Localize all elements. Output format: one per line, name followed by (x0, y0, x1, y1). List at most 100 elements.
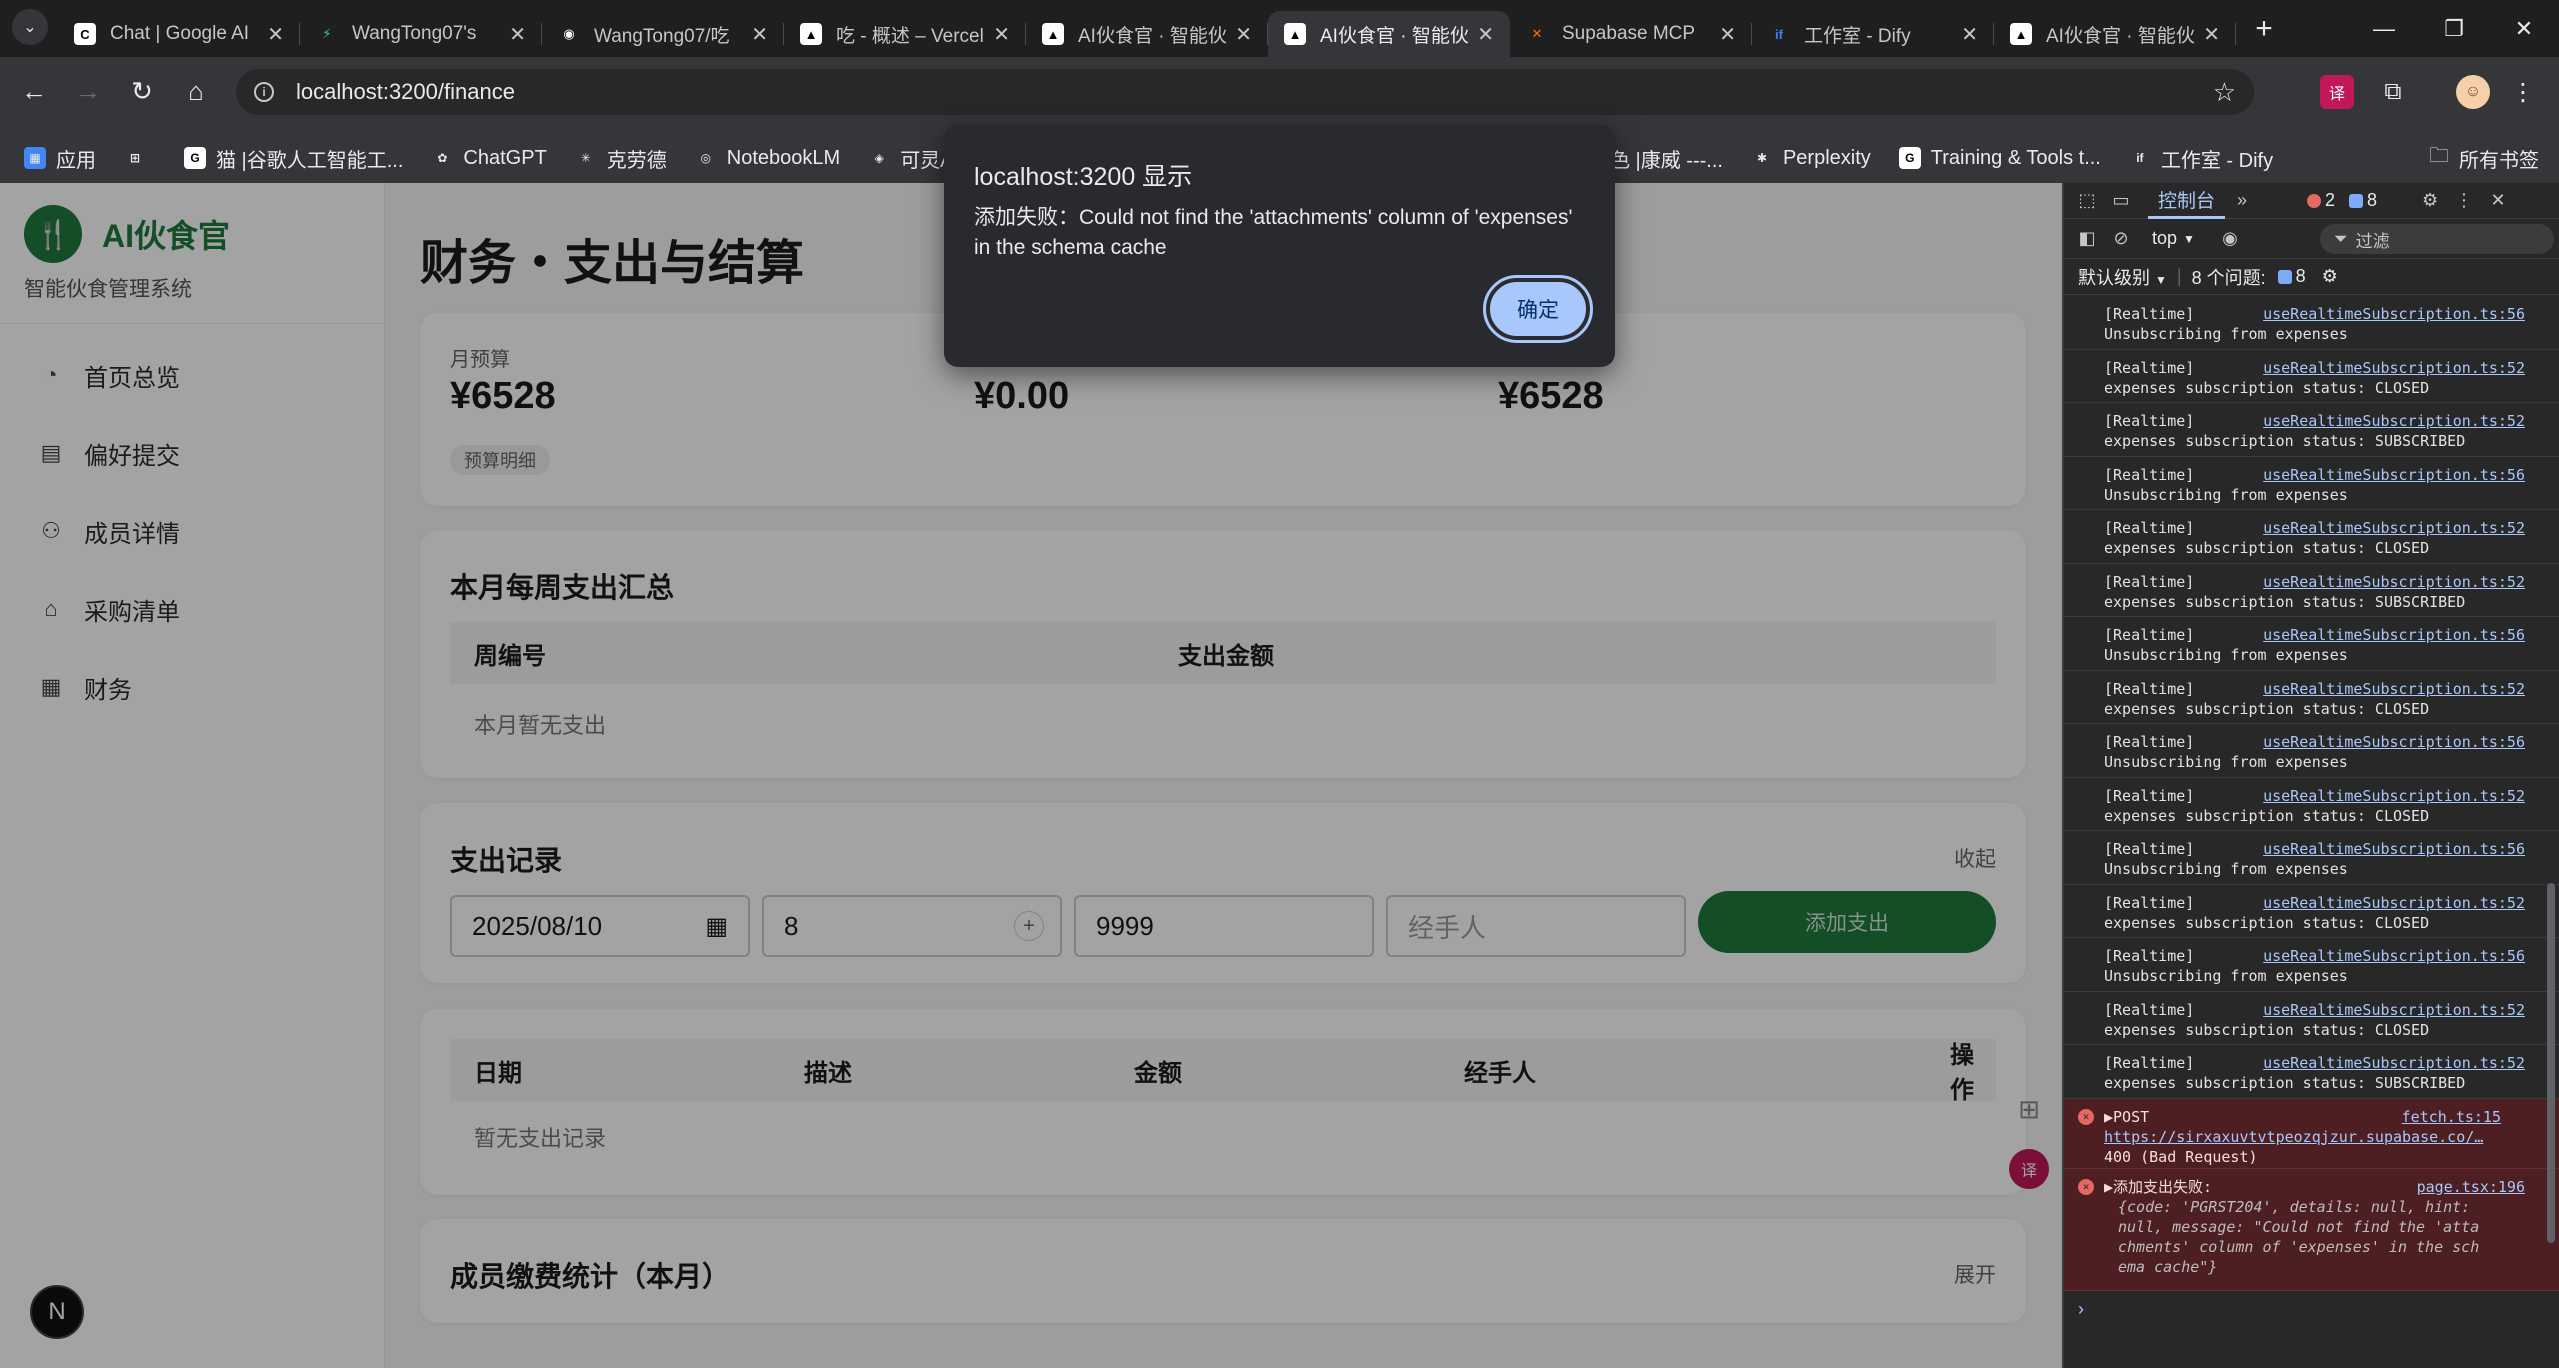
close-window-icon[interactable]: ✕ (2489, 0, 2559, 57)
context-selector[interactable]: top ▼ (2152, 228, 2195, 249)
bookmark-item[interactable]: G 猫 |谷歌人工智能工... (184, 144, 403, 173)
console-log-row: [Realtime] useRealtimeSubscription.ts:52 e… (2064, 778, 2559, 831)
console-error-row: ✕ ▶添加支出失败: page.tsx:196 {code: 'PGRST204', … (2064, 1168, 2559, 1291)
browser-tab[interactable]: ▲ AI伙食官 · 智能伙 ✕ (1268, 11, 1510, 57)
bookmark-item[interactable]: if 工作室 - Dify (2128, 144, 2273, 173)
console-settings-gear-icon[interactable]: ⚙ (2322, 266, 2338, 287)
log-source-link[interactable]: useRealtimeSubscription.ts:56 (2263, 465, 2525, 485)
device-toolbar-icon[interactable]: ▭ (2104, 184, 2138, 218)
bookmark-item[interactable]: ▦ 应用 (24, 144, 96, 173)
minimize-icon[interactable]: — (2349, 0, 2419, 57)
tab-close-icon[interactable]: ✕ (267, 22, 284, 47)
log-level-select[interactable]: 默认级别 ▼ (2078, 264, 2167, 290)
browser-tab[interactable]: if 工作室 - Dify ✕ (1752, 11, 1994, 57)
inspect-element-icon[interactable]: ⬚ (2070, 184, 2104, 218)
issues-counter[interactable]: 8 (2277, 266, 2306, 287)
log-source-link[interactable]: useRealtimeSubscription.ts:56 (2263, 304, 2525, 324)
bookmark-item[interactable]: ✳ 克劳德 (574, 144, 667, 173)
bookmark-item[interactable]: ✱ Perplexity (1750, 147, 1871, 170)
browser-tab[interactable]: ▲ 吃 - 概述 – Vercel ✕ (784, 11, 1026, 57)
log-source-link[interactable]: useRealtimeSubscription.ts:56 (2263, 732, 2525, 752)
console-filter-input[interactable]: ⏷ 过滤 (2320, 224, 2554, 254)
tab-close-icon[interactable]: ✕ (509, 22, 526, 47)
vercel-icon: ▲ (1284, 23, 1306, 45)
bookmark-item[interactable]: ⊞ (124, 147, 156, 169)
devtools-close-icon[interactable]: ✕ (2481, 184, 2515, 218)
tab-close-icon[interactable]: ✕ (1235, 22, 1252, 47)
console-log-row: [Realtime] useRealtimeSubscription.ts:56 U… (2064, 724, 2559, 778)
new-tab-plus-icon[interactable]: + (2244, 9, 2284, 49)
bookmark-item[interactable]: G Training & Tools t... (1898, 147, 2101, 170)
log-message: expenses subscription status: CLOSED (2104, 913, 2430, 932)
message-counter[interactable]: 8 (2349, 190, 2377, 211)
browser-menu-icon[interactable]: ⋮ (2506, 75, 2540, 109)
browser-tab[interactable]: ✕ Supabase MCP ✕ (1510, 11, 1752, 57)
tab-close-icon[interactable]: ✕ (2203, 22, 2220, 47)
more-tabs-icon[interactable]: » (2225, 184, 2259, 218)
settings-gear-icon[interactable]: ⚙ (2413, 184, 2447, 218)
log-source-link[interactable]: useRealtimeSubscription.ts:56 (2263, 839, 2525, 859)
log-source-link[interactable]: useRealtimeSubscription.ts:52 (2263, 1053, 2525, 1073)
address-bar[interactable]: i localhost:3200/finance ☆ (236, 69, 2254, 115)
tab-close-icon[interactable]: ✕ (1477, 22, 1494, 47)
browser-tab[interactable]: C Chat | Google AI ✕ (58, 11, 300, 57)
console-log-row: [Realtime] useRealtimeSubscription.ts:52 e… (2064, 885, 2559, 938)
bookmark-star-icon[interactable]: ☆ (2213, 77, 2236, 108)
browser-tab[interactable]: ⚡ WangTong07's ✕ (300, 11, 542, 57)
error-object-line: ema cache"} (2118, 1257, 2218, 1276)
all-bookmarks-folder[interactable]: 🗀 所有书签 (2429, 133, 2539, 183)
error-counter[interactable]: 2 (2307, 190, 2335, 211)
profile-avatar[interactable]: ☺ (2456, 75, 2490, 109)
back-arrow-icon[interactable]: ← (14, 71, 54, 111)
error-object-line: null, message: "Could not find the 'atta (2118, 1217, 2480, 1236)
error-source-link[interactable]: page.tsx:196 (2417, 1177, 2525, 1197)
log-source-link[interactable]: useRealtimeSubscription.ts:52 (2263, 1000, 2525, 1020)
log-source-link[interactable]: useRealtimeSubscription.ts:52 (2263, 572, 2525, 592)
restore-icon[interactable]: ❐ (2419, 0, 2489, 57)
browser-tab[interactable]: ▲ AI伙食官 · 智能伙 ✕ (1026, 11, 1268, 57)
translate-extension-icon[interactable]: 译 (2320, 75, 2354, 109)
issues-message-icon (2277, 269, 2292, 284)
bookmark-label: 色 |康威 ---... (1610, 149, 1723, 172)
tab-search-chevron-icon[interactable]: ⌄ (12, 9, 48, 45)
log-message: expenses subscription status: CLOSED (2104, 806, 2430, 825)
notebooklm-icon: ◎ (694, 147, 717, 169)
clear-console-icon[interactable]: ⊘ (2104, 222, 2138, 256)
bookmark-item[interactable]: ✿ ChatGPT (431, 147, 547, 170)
tab-close-icon[interactable]: ✕ (993, 22, 1010, 47)
browser-tab[interactable]: ◉ WangTong07/吃 ✕ (542, 11, 784, 57)
log-source-link[interactable]: useRealtimeSubscription.ts:56 (2263, 946, 2525, 966)
github-icon: ◉ (558, 23, 580, 45)
tab-title: AI伙食官 · 智能伙 (1320, 25, 1469, 47)
log-source-link[interactable]: useRealtimeSubscription.ts:56 (2263, 625, 2525, 645)
bookmark-item[interactable]: ◎ NotebookLM (694, 147, 840, 170)
extensions-puzzle-icon[interactable]: ⧉ (2376, 75, 2410, 109)
home-icon[interactable]: ⌂ (176, 71, 216, 111)
console-toolbar: ◧ ⊘ top ▼ ◉ ⏷ 过滤 (2064, 219, 2559, 259)
reload-icon[interactable]: ↻ (122, 71, 162, 111)
log-source-link[interactable]: useRealtimeSubscription.ts:52 (2263, 411, 2525, 431)
log-source-link[interactable]: useRealtimeSubscription.ts:52 (2263, 518, 2525, 538)
log-source-link[interactable]: useRealtimeSubscription.ts:52 (2263, 786, 2525, 806)
bookmarks-right: 色 |康威 ---... ✱ Perplexity G Training & Tools… (1610, 133, 2301, 183)
devtools-menu-icon[interactable]: ⋮ (2447, 184, 2481, 218)
tab-console[interactable]: 控制台 (2148, 183, 2226, 219)
live-expression-eye-icon[interactable]: ◉ (2213, 222, 2247, 256)
log-source-link[interactable]: useRealtimeSubscription.ts:52 (2263, 893, 2525, 913)
tab-close-icon[interactable]: ✕ (1961, 22, 1978, 47)
console-log-row: [Realtime] useRealtimeSubscription.ts:56 U… (2064, 296, 2559, 350)
site-info-icon[interactable]: i (254, 82, 274, 102)
dialog-ok-button[interactable]: 确定 (1483, 275, 1593, 343)
error-url-link[interactable]: https://sirxaxuvtvtpeozqjzur.supabase.co… (2104, 1127, 2527, 1147)
bookmark-item[interactable]: 色 |康威 ---... (1610, 144, 1723, 173)
console-scrollbar[interactable] (2547, 883, 2555, 1243)
forward-arrow-icon[interactable]: → (68, 71, 108, 111)
tab-close-icon[interactable]: ✕ (1719, 22, 1736, 47)
console-prompt-chevron-icon[interactable]: › (2078, 1299, 2559, 1320)
error-source-link[interactable]: fetch.ts:15 (2402, 1107, 2501, 1127)
browser-tab[interactable]: ▲ AI伙食官 · 智能伙 ✕ (1994, 11, 2236, 57)
log-source-link[interactable]: useRealtimeSubscription.ts:52 (2263, 679, 2525, 699)
sidebar-toggle-icon[interactable]: ◧ (2070, 222, 2104, 256)
tab-close-icon[interactable]: ✕ (751, 22, 768, 47)
log-source-link[interactable]: useRealtimeSubscription.ts:52 (2263, 358, 2525, 378)
